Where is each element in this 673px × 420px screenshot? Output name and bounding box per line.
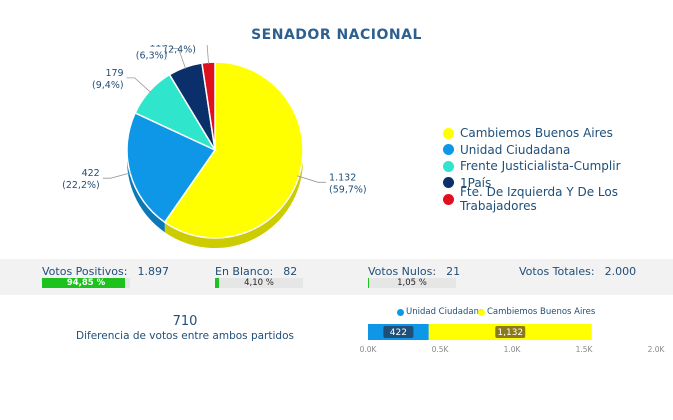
axis-tick-label: 0.5K: [432, 345, 450, 354]
legend-dot-icon: [478, 308, 485, 316]
difference-label: Diferencia de votos entre ambos partidos: [76, 330, 294, 342]
bar-legend-item[interactable]: Cambiemos Buenos Aires: [478, 307, 595, 317]
stat-value: 21: [446, 265, 461, 278]
pie-leader-line: [206, 45, 209, 65]
nulos-progress: 1,05 %: [368, 278, 456, 288]
blanco-progress: 4,10 %: [215, 278, 303, 288]
legend-dot-icon: [443, 193, 454, 205]
legend-dot-icon: [443, 160, 454, 172]
stat-votos-nulos: Votos Nulos: 21: [368, 265, 460, 278]
progress-label: 4,10 %: [244, 278, 274, 288]
legend-item[interactable]: Cambiemos Buenos Aires: [443, 125, 673, 142]
stat-votos-positivos: Votos Positivos: 1.897: [42, 265, 169, 278]
pie-percent-label: (22,2%): [62, 180, 100, 191]
axis-tick-label: 1.0K: [504, 345, 522, 354]
stat-label: Votos Nulos:: [368, 265, 437, 278]
pie-value-label: 179: [105, 68, 123, 79]
stat-value: 82: [283, 265, 298, 278]
legend-label: Frente Justicialista-Cumplir: [460, 159, 621, 174]
bar-value-label: 1,132: [497, 328, 523, 338]
pie-value-label: 422: [82, 168, 100, 179]
legend-dot-icon: [443, 177, 454, 189]
stat-value: 2.000: [604, 265, 637, 278]
pie-legend: Cambiemos Buenos Aires Unidad Ciudadana …: [443, 125, 673, 213]
legend-label: Unidad Ciudadana: [460, 142, 571, 157]
pie-leader-line: [102, 172, 132, 179]
pie-percent-label: (2,4%): [164, 45, 196, 55]
legend-label: Unidad Ciudadana: [406, 307, 485, 317]
stat-en-blanco: En Blanco: 82: [215, 265, 297, 278]
stat-label: En Blanco:: [215, 265, 274, 278]
legend-item[interactable]: Fte. De Izquierda Y De Los Trabajadores: [443, 185, 673, 213]
bar-legend-item[interactable]: Unidad Ciudadana: [397, 307, 484, 317]
positivos-progress: 94,85 %: [42, 278, 130, 288]
pie-percent-label: (9,4%): [92, 80, 124, 91]
pie-value-label: 1.132: [329, 172, 356, 183]
legend-dot-icon: [443, 127, 454, 139]
pie-leader-line: [126, 77, 152, 93]
stat-label: Votos Totales:: [519, 265, 595, 278]
pie-chart: 1.132(59,7%)422(22,2%)179(9,4%)119(6,3%)…: [62, 45, 367, 249]
legend-dot-icon: [397, 308, 404, 316]
stat-value: 1.897: [137, 265, 169, 278]
legend-item[interactable]: Unidad Ciudadana: [443, 142, 673, 159]
legend-label: Fte. De Izquierda Y De Los Trabajadores: [460, 185, 618, 214]
legend-item[interactable]: Frente Justicialista-Cumplir: [443, 158, 673, 175]
stacked-bar-chart: 422 1,132 0.0K 0.5K 1.0K 1.5K 2.0K: [360, 324, 666, 354]
legend-dot-icon: [443, 144, 454, 156]
axis-tick-label: 1.5K: [576, 345, 594, 354]
progress-label: 1,05 %: [397, 278, 427, 288]
pie-percent-label: (59,7%): [329, 184, 367, 195]
difference-value: 710: [172, 314, 198, 329]
pie-percent-label: (6,3%): [136, 50, 168, 61]
axis-tick-label: 2.0K: [648, 345, 666, 354]
stat-label: Votos Positivos:: [42, 265, 128, 278]
page-title: SENADOR NACIONAL: [251, 27, 422, 43]
stat-votos-totales: Votos Totales: 2.000: [519, 265, 636, 278]
pie-leader-line: [297, 175, 327, 183]
axis-tick-label: 0.0K: [360, 345, 378, 354]
legend-label: Cambiemos Buenos Aires: [487, 307, 596, 317]
progress-label: 94,85 %: [66, 278, 106, 288]
legend-label: Cambiemos Buenos Aires: [460, 126, 613, 141]
bar-value-label: 422: [390, 328, 407, 338]
